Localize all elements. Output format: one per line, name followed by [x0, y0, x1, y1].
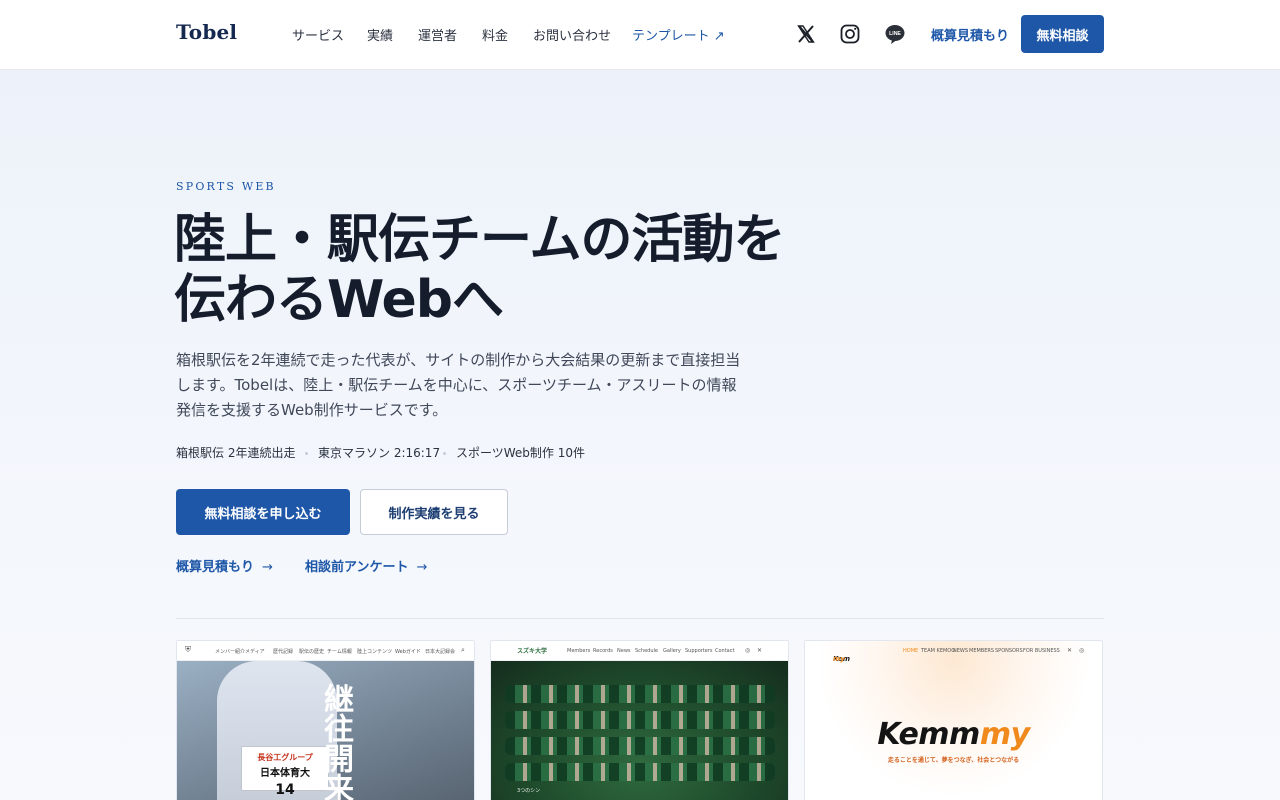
kemmy-brand-logo: Kemmmy	[805, 717, 1102, 752]
mini-nav-item: 駅伝の歴史	[299, 649, 325, 655]
mini-nav-item: チーム情報	[327, 649, 352, 655]
team-photo-caption: 3つのシン	[517, 788, 541, 794]
line-icon[interactable]: LINE	[883, 22, 907, 46]
mini-site-logo: スズキ大学	[517, 648, 548, 655]
stat-divider	[443, 452, 446, 455]
free-consult-button[interactable]: 無料相談	[1021, 15, 1104, 53]
mini-site-nav: Kem my HOME TEAM KEMOO NEWS MEMBERS SPONS…	[805, 641, 1102, 663]
team-row	[505, 711, 775, 729]
mini-site-nav: ⛨ メンバー紹介 メディア 歴代記録 駅伝の歴史 チーム情報 陸上コンテンツ W…	[177, 641, 474, 661]
mini-nav-item: FOR BUSINESS	[1023, 648, 1060, 654]
stat-divider	[305, 452, 308, 455]
nav-operator[interactable]: 運営者	[418, 25, 457, 44]
mini-nav-item: TEAM KEMOO	[921, 648, 956, 654]
estimate-text-link[interactable]: 概算見積もり →	[176, 556, 273, 575]
estimate-link[interactable]: 概算見積もり	[931, 25, 1009, 44]
view-works-button[interactable]: 制作実績を見る	[360, 489, 508, 535]
mini-logo-accent: my	[833, 655, 845, 663]
x-icon[interactable]	[794, 22, 818, 46]
team-row	[505, 685, 775, 703]
hero-eyebrow: SPORTS WEB	[176, 180, 276, 193]
vertical-slogan: 継往開来	[318, 683, 353, 800]
mini-nav-item: NEWS	[953, 648, 969, 654]
hero-title-line1: 陸上・駅伝チームの活動を	[174, 210, 785, 270]
stat-tokyo-marathon: 東京マラソン 2:16:17	[318, 446, 441, 460]
section-divider	[176, 618, 1104, 619]
stat-sports-web: スポーツWeb制作 10件	[456, 446, 586, 460]
mini-nav-item: News	[617, 648, 631, 654]
bib-number: 14	[275, 782, 295, 798]
mini-nav-item: メンバー紹介	[215, 649, 246, 655]
mini-nav-item: 陸上コンテンツ	[357, 649, 393, 655]
nav-services[interactable]: サービス	[292, 25, 344, 44]
instagram-icon: ◎	[745, 647, 751, 654]
apply-consult-button[interactable]: 無料相談を申し込む	[176, 489, 350, 535]
hero-title-line2: 伝わるWebへ	[174, 270, 504, 330]
mini-site-nav: スズキ大学 Members Records News Schedule Gall…	[491, 641, 788, 661]
mini-nav-item: Records	[593, 648, 613, 654]
bib-team: 日本体育大	[260, 768, 310, 779]
mini-nav-item: HOME	[903, 648, 919, 654]
svg-text:LINE: LINE	[889, 31, 901, 37]
work-card-team[interactable]: スズキ大学 Members Records News Schedule Gall…	[490, 640, 789, 800]
mini-nav-item: メディア	[245, 649, 265, 655]
arrow-right-icon: →	[262, 560, 273, 575]
mini-nav-item: Members	[567, 648, 591, 654]
team-row	[505, 763, 775, 781]
x-icon: ✕	[1067, 647, 1073, 654]
mini-nav-item: 日本大記録会	[425, 649, 456, 655]
site-header: Tobel サービス 実績 運営者 料金 お問い合わせ テンプレート ↗ LIN…	[0, 0, 1280, 70]
mini-nav-item: Schedule	[635, 648, 658, 654]
arrow-right-icon: →	[416, 560, 428, 575]
work-card-nittai[interactable]: ⛨ メンバー紹介 メディア 歴代記録 駅伝の歴史 チーム情報 陸上コンテンツ W…	[176, 640, 475, 800]
survey-text-link-label: 相談前アンケート	[305, 560, 409, 575]
hero-lead: 箱根駅伝を2年連続で走った代表が、サイトの制作から大会結果の更新まで直接担当しま…	[176, 351, 741, 419]
mini-nav-item: SPONSORS	[995, 648, 1023, 654]
search-icon: ⌕	[461, 646, 465, 654]
hero-section: SPORTS WEB 陸上・駅伝チームの活動を 伝わるWebへ 箱根駅伝を2年連…	[0, 70, 1280, 800]
kemmy-tagline: 走ることを通じて、夢をつなぎ、社会とつながる	[887, 757, 1020, 764]
hero-title: 陸上・駅伝チームの活動を 伝わるWebへ	[174, 210, 814, 330]
shield-icon: ⛨	[185, 645, 191, 654]
mini-nav-item: 歴代記録	[273, 649, 294, 655]
site-logo[interactable]: Tobel	[176, 20, 237, 44]
work-card-kemmy[interactable]: Kem my HOME TEAM KEMOO NEWS MEMBERS SPONS…	[804, 640, 1103, 800]
nav-template-external[interactable]: テンプレート ↗	[632, 25, 725, 44]
stat-hakone: 箱根駅伝 2年連続出走	[176, 446, 296, 460]
x-icon: ✕	[757, 647, 763, 654]
bib-sponsor: 長谷工グループ	[257, 753, 313, 762]
instagram-icon: ◎	[1079, 647, 1085, 654]
race-bib: 長谷工グループ 日本体育大 14	[241, 746, 329, 798]
team-row	[505, 737, 775, 755]
instagram-icon[interactable]	[838, 22, 862, 46]
mini-nav-item: Contact	[715, 648, 735, 654]
brand-accent: my	[979, 717, 1030, 752]
mini-nav-item: Webガイド	[395, 649, 421, 655]
survey-text-link[interactable]: 相談前アンケート →	[305, 556, 427, 575]
mini-nav-item: MEMBERS	[969, 648, 995, 654]
nav-works[interactable]: 実績	[367, 25, 393, 44]
brand-part: Kemm	[877, 717, 980, 752]
nav-contact[interactable]: お問い合わせ	[533, 25, 611, 44]
mini-nav-item: Supporters	[685, 648, 713, 654]
mini-nav-item: Gallery	[663, 648, 681, 654]
nav-pricing[interactable]: 料金	[482, 25, 508, 44]
estimate-text-link-label: 概算見積もり	[176, 560, 255, 575]
